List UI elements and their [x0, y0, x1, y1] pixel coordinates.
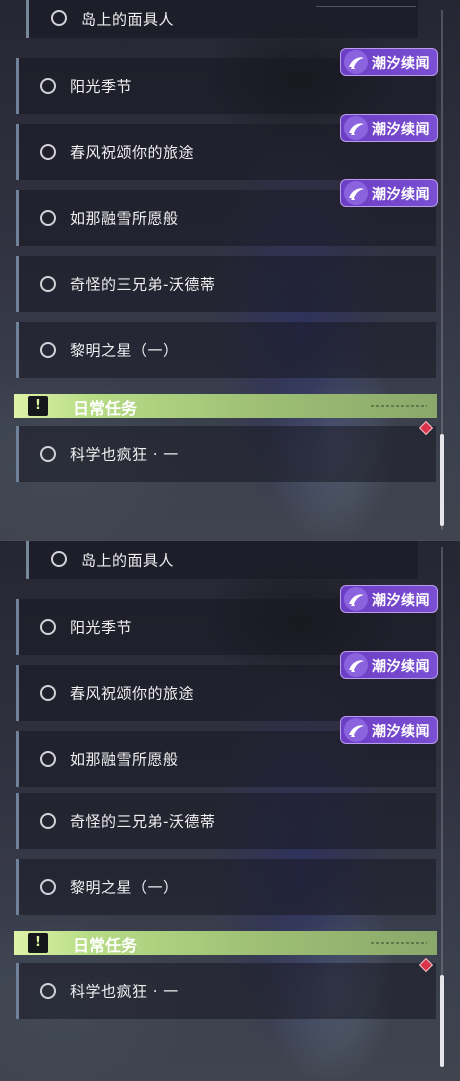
- tide-badge: 潮汐续闻: [340, 48, 438, 76]
- circle-icon: [40, 685, 56, 701]
- badge-label: 潮汐续闻: [372, 593, 430, 609]
- tide-badge: 潮汐续闻: [340, 114, 438, 142]
- circle-icon: [51, 10, 67, 26]
- quest-label: 奇怪的三兄弟-沃德蒂: [70, 275, 216, 294]
- quest-label: 阳光季节: [70, 77, 133, 96]
- badge-label: 潮汐续闻: [372, 122, 430, 138]
- quest-label: 黎明之星（一）: [70, 878, 179, 897]
- exclamation-icon: !: [28, 396, 48, 416]
- quest-panel: 岛上的面具人 阳光季节 潮汐续闻 春风祝颂你的旅途 潮汐续闻 如那融雪所愿般 潮…: [0, 0, 460, 540]
- divider: [316, 0, 416, 7]
- quest-label: 春风祝颂你的旅途: [70, 684, 195, 703]
- quest-label: 如那融雪所愿般: [70, 750, 179, 769]
- circle-icon: [40, 983, 56, 999]
- tide-icon: [344, 181, 368, 205]
- circle-icon: [40, 879, 56, 895]
- quest-label: 科学也疯狂 · 一: [70, 982, 179, 1001]
- section-decoration: [371, 942, 427, 944]
- quest-label: 如那融雪所愿般: [70, 209, 179, 228]
- circle-icon: [40, 446, 56, 462]
- quest-label: 岛上的面具人: [81, 551, 175, 570]
- circle-icon: [40, 751, 56, 767]
- quest-item[interactable]: 奇怪的三兄弟-沃德蒂: [16, 793, 436, 849]
- circle-icon: [51, 551, 67, 567]
- tide-icon: [344, 653, 368, 677]
- quest-item[interactable]: 岛上的面具人: [26, 541, 418, 579]
- quest-item[interactable]: 科学也疯狂 · 一: [16, 963, 436, 1019]
- tide-icon: [344, 116, 368, 140]
- section-title: 日常任务: [73, 936, 138, 955]
- quest-label: 阳光季节: [70, 618, 133, 637]
- section-title: 日常任务: [73, 399, 138, 418]
- exclamation-icon: !: [28, 933, 48, 953]
- circle-icon: [40, 276, 56, 292]
- badge-label: 潮汐续闻: [372, 724, 430, 740]
- tide-icon: [344, 50, 368, 74]
- quest-panel: 岛上的面具人 阳光季节 潮汐续闻 春风祝颂你的旅途 潮汐续闻 如那融雪所愿般 潮…: [0, 540, 460, 1081]
- quest-item[interactable]: 黎明之星（一）: [16, 859, 436, 915]
- quest-label: 岛上的面具人: [81, 10, 175, 29]
- circle-icon: [40, 813, 56, 829]
- scrollbar-thumb[interactable]: [440, 434, 444, 526]
- circle-icon: [40, 144, 56, 160]
- quest-label: 黎明之星（一）: [70, 341, 179, 360]
- badge-label: 潮汐续闻: [372, 56, 430, 72]
- tide-icon: [344, 587, 368, 611]
- quest-item[interactable]: 黎明之星（一）: [16, 322, 436, 378]
- circle-icon: [40, 342, 56, 358]
- daily-section-header[interactable]: ! 日常任务: [14, 931, 437, 955]
- tide-badge: 潮汐续闻: [340, 651, 438, 679]
- quest-label: 奇怪的三兄弟-沃德蒂: [70, 812, 216, 831]
- badge-label: 潮汐续闻: [372, 187, 430, 203]
- scrollbar-thumb[interactable]: [440, 975, 444, 1067]
- badge-label: 潮汐续闻: [372, 659, 430, 675]
- quest-item[interactable]: 科学也疯狂 · 一: [16, 426, 436, 482]
- quest-label: 春风祝颂你的旅途: [70, 143, 195, 162]
- daily-section-header[interactable]: ! 日常任务: [14, 394, 437, 418]
- section-decoration: [371, 405, 427, 407]
- tide-badge: 潮汐续闻: [340, 585, 438, 613]
- circle-icon: [40, 78, 56, 94]
- circle-icon: [40, 210, 56, 226]
- tide-icon: [344, 718, 368, 742]
- circle-icon: [40, 619, 56, 635]
- quest-item[interactable]: 奇怪的三兄弟-沃德蒂: [16, 256, 436, 312]
- tide-badge: 潮汐续闻: [340, 179, 438, 207]
- tide-badge: 潮汐续闻: [340, 716, 438, 744]
- quest-label: 科学也疯狂 · 一: [70, 445, 179, 464]
